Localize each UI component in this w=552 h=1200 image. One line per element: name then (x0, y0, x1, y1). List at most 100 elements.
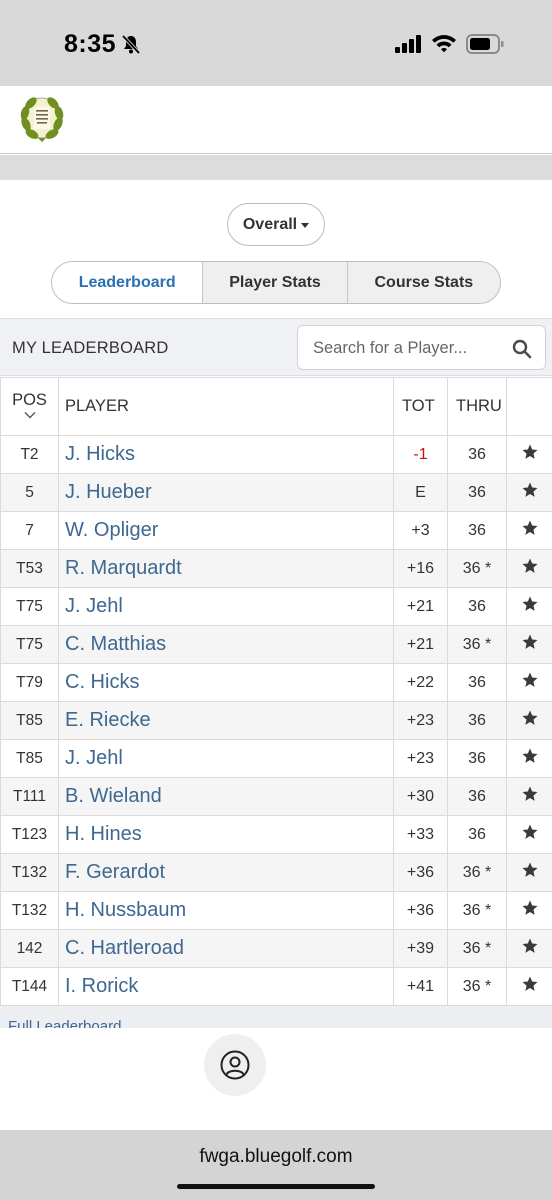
tab-leaderboard[interactable]: Leaderboard (52, 262, 203, 303)
thru-cell: 36 (447, 435, 507, 474)
player-name-link[interactable]: I. Rorick (58, 967, 394, 1006)
total-score-cell: +23 (393, 701, 448, 740)
total-score-cell: -1 (393, 435, 448, 474)
table-row[interactable]: T75 J. Jehl +21 36 (0, 587, 552, 626)
thru-cell: 36 (447, 511, 507, 550)
round-filter-label: Overall (242, 215, 298, 233)
total-score-cell: +21 (393, 625, 448, 664)
star-icon[interactable] (521, 937, 539, 960)
player-name-link[interactable]: J. Hicks (58, 435, 394, 474)
player-name-link[interactable]: B. Wieland (58, 777, 394, 816)
full-leaderboard-link[interactable]: Full Leaderboard (8, 1018, 121, 1028)
table-row[interactable]: T85 J. Jehl +23 36 (0, 739, 552, 778)
star-icon[interactable] (521, 861, 539, 884)
player-search-input[interactable] (313, 339, 493, 358)
table-row[interactable]: T132 H. Nussbaum +36 36 * (0, 891, 552, 930)
position-cell: T111 (0, 777, 59, 816)
table-row[interactable]: 5 J. Hueber E 36 (0, 473, 552, 512)
total-score-cell: +30 (393, 777, 448, 816)
star-icon[interactable] (521, 747, 539, 770)
total-score-cell: E (393, 473, 448, 512)
column-header-tot: TOT (393, 377, 448, 436)
position-cell: 5 (0, 473, 59, 512)
club-logo[interactable] (20, 94, 64, 144)
favorite-cell (506, 891, 552, 930)
star-icon[interactable] (521, 785, 539, 808)
star-icon[interactable] (521, 481, 539, 504)
star-icon[interactable] (521, 823, 539, 846)
star-icon[interactable] (521, 519, 539, 542)
position-cell: T85 (0, 701, 59, 740)
star-icon[interactable] (521, 633, 539, 656)
table-row[interactable]: T144 I. Rorick +41 36 * (0, 967, 552, 1006)
total-score-cell: +41 (393, 967, 448, 1006)
player-name-link[interactable]: W. Opliger (58, 511, 394, 550)
star-icon[interactable] (521, 899, 539, 922)
player-name-link[interactable]: F. Gerardot (58, 853, 394, 892)
thru-cell: 36 (447, 739, 507, 778)
site-header (0, 86, 552, 154)
column-header-pos[interactable]: POS (0, 377, 59, 436)
star-icon[interactable] (521, 975, 539, 998)
table-row[interactable]: T2 J. Hicks -1 36 (0, 435, 552, 474)
round-filter-dropdown[interactable]: Overall (227, 203, 325, 246)
thru-cell: 36 * (447, 853, 507, 892)
thru-cell: 36 (447, 587, 507, 626)
star-icon[interactable] (521, 671, 539, 694)
table-row[interactable]: T75 C. Matthias +21 36 * (0, 625, 552, 664)
player-name-link[interactable]: J. Jehl (58, 739, 394, 778)
pos-header-label: POS (12, 390, 47, 409)
position-cell: T75 (0, 625, 59, 664)
cellular-signal-icon (395, 35, 423, 58)
player-name-link[interactable]: H. Hines (58, 815, 394, 854)
column-header-player: PLAYER (58, 377, 394, 436)
thru-cell: 36 * (447, 549, 507, 588)
player-name-link[interactable]: J. Hueber (58, 473, 394, 512)
favorite-cell (506, 929, 552, 968)
search-icon[interactable] (512, 339, 532, 364)
table-row[interactable]: T132 F. Gerardot +36 36 * (0, 853, 552, 892)
player-name-link[interactable]: H. Nussbaum (58, 891, 394, 930)
player-name-link[interactable]: C. Hartleroad (58, 929, 394, 968)
table-row[interactable]: T79 C. Hicks +22 36 (0, 663, 552, 702)
position-cell: T132 (0, 853, 59, 892)
total-score-cell: +36 (393, 853, 448, 892)
position-cell: T123 (0, 815, 59, 854)
position-cell: T75 (0, 587, 59, 626)
favorite-cell (506, 625, 552, 664)
total-score-cell: +36 (393, 891, 448, 930)
player-name-link[interactable]: J. Jehl (58, 587, 394, 626)
favorite-cell (506, 815, 552, 854)
column-header-thru: THRU (447, 377, 507, 436)
player-name-link[interactable]: C. Matthias (58, 625, 394, 664)
account-button[interactable] (204, 1034, 266, 1096)
thru-cell: 36 * (447, 967, 507, 1006)
table-row[interactable]: T111 B. Wieland +30 36 (0, 777, 552, 816)
table-row[interactable]: T123 H. Hines +33 36 (0, 815, 552, 854)
view-tabs: Leaderboard Player Stats Course Stats (51, 261, 501, 304)
table-row[interactable]: 142 C. Hartleroad +39 36 * (0, 929, 552, 968)
player-name-link[interactable]: C. Hicks (58, 663, 394, 702)
tab-course-stats[interactable]: Course Stats (346, 262, 500, 303)
home-indicator[interactable] (177, 1184, 375, 1189)
browser-url[interactable]: fwga.bluegolf.com (0, 1146, 552, 1168)
table-row[interactable]: T85 E. Riecke +23 36 (0, 701, 552, 740)
star-icon[interactable] (521, 557, 539, 580)
player-name-link[interactable]: E. Riecke (58, 701, 394, 740)
player-name-link[interactable]: R. Marquardt (58, 549, 394, 588)
star-icon[interactable] (521, 709, 539, 732)
table-row[interactable]: T53 R. Marquardt +16 36 * (0, 549, 552, 588)
table-row[interactable]: 7 W. Opliger +3 36 (0, 511, 552, 550)
favorite-cell (506, 587, 552, 626)
sort-chevron-icon (24, 411, 35, 418)
total-score-cell: +23 (393, 739, 448, 778)
position-cell: 7 (0, 511, 59, 550)
thru-cell: 36 (447, 473, 507, 512)
tab-player-stats[interactable]: Player Stats (202, 262, 347, 303)
thru-cell: 36 (447, 663, 507, 702)
total-score-cell: +3 (393, 511, 448, 550)
star-icon[interactable] (521, 443, 539, 466)
leaderboard-title: MY LEADERBOARD (12, 339, 169, 357)
bell-muted-icon (120, 33, 142, 60)
star-icon[interactable] (521, 595, 539, 618)
